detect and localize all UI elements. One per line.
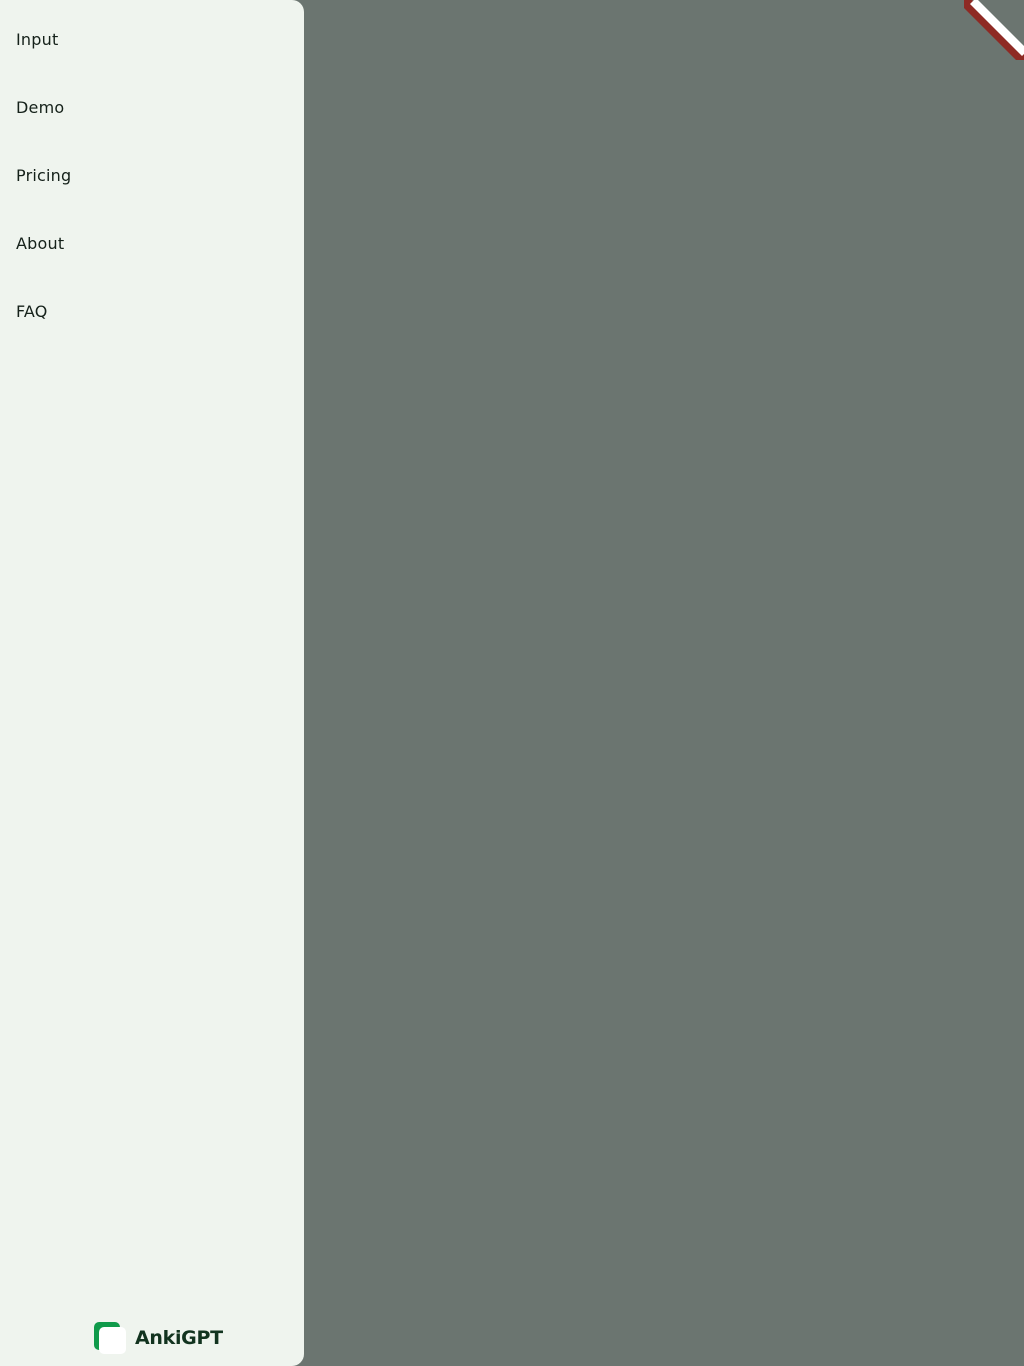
nav-list: Input Demo Pricing About FAQ [16, 28, 71, 368]
stacked-cards-logo-icon [94, 1322, 126, 1354]
brand-logo-link[interactable]: AnkiGPT [94, 1322, 223, 1354]
navigation-drawer: Input Demo Pricing About FAQ AnkiGPT [0, 0, 304, 1366]
nav-item-input[interactable]: Input [16, 28, 71, 96]
corner-ribbon [964, 0, 1024, 60]
nav-item-faq[interactable]: FAQ [16, 300, 71, 368]
ribbon-stripe-icon [964, 0, 1024, 60]
nav-item-demo[interactable]: Demo [16, 96, 71, 164]
nav-item-pricing[interactable]: Pricing [16, 164, 71, 232]
brand-name: AnkiGPT [135, 1327, 223, 1349]
nav-item-about[interactable]: About [16, 232, 71, 300]
